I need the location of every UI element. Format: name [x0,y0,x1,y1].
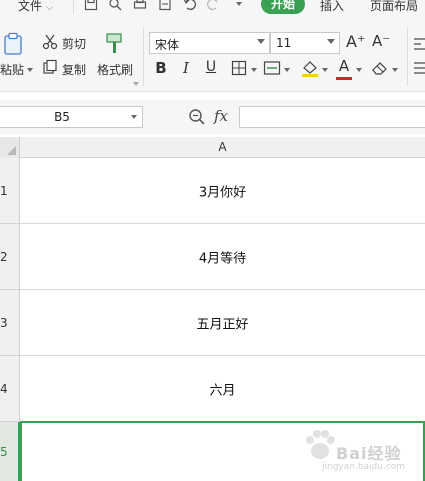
redo-icon[interactable] [206,0,220,11]
format-painter-icon [105,32,125,56]
italic-button[interactable]: I [177,59,195,77]
print-preview-icon[interactable] [108,0,122,11]
divider [407,28,408,86]
row-number: 1 [0,183,8,198]
watermark-text: Bai经验 [336,444,402,463]
font-color-swatch [336,77,352,80]
row-header-4[interactable]: 4 [0,356,20,422]
row-number: 2 [0,249,8,264]
cell-a4[interactable]: 六月 [20,356,425,422]
tab-start[interactable]: 开始 [261,0,305,14]
tab-insert[interactable]: 插入 [320,0,344,14]
divider [73,0,74,14]
shrink-font-button[interactable]: A⁻ [372,32,390,50]
save-icon[interactable] [84,0,98,11]
formula-input[interactable] [239,106,425,128]
cell-value: 五月正好 [196,317,249,332]
cell-value: 六月 [209,383,236,398]
font-size-value: 11 [276,36,292,50]
chevron-down-icon[interactable] [27,68,33,72]
chevron-down-icon[interactable] [392,68,398,72]
chevron-down-icon [327,39,335,44]
cell-value: 4月等待 [198,251,247,266]
row-number: 4 [0,381,8,396]
underline-button[interactable]: U [202,59,220,75]
row-number: 5 [0,444,8,459]
format-painter-button[interactable]: 格式刷 [97,61,133,78]
divider [143,28,144,86]
chevron-down-icon[interactable] [236,2,242,6]
chevron-down-icon: ⌵ [46,3,53,13]
cell-value: 3月你好 [198,185,247,200]
paste-label: 粘贴 [0,63,25,77]
eraser-icon[interactable] [371,60,389,76]
copy-button[interactable]: 复制 [62,61,86,78]
select-all-triangle-icon [7,146,16,155]
grow-font-button[interactable]: A⁺ [346,32,365,51]
chevron-down-icon[interactable] [251,68,257,72]
zoom-icon[interactable] [188,108,206,126]
font-color-letter: A [338,57,350,75]
fill-color-icon[interactable] [300,59,320,78]
row-header-1[interactable]: 1 [0,158,20,224]
chevron-down-icon[interactable] [284,68,290,72]
merge-cells-icon[interactable] [263,60,281,76]
watermark-subtext: jingyan.baidu.com [322,462,406,472]
paste-icon[interactable] [2,32,26,56]
column-header-a[interactable]: A [20,137,425,158]
borders-icon[interactable] [231,60,247,76]
row-header-3[interactable]: 3 [0,290,20,356]
row-number: 3 [0,315,8,330]
tab-page-layout[interactable]: 页面布局 [370,0,418,14]
ribbon-toolbar: 粘贴 剪切 复制 格式刷 宋体 11 A⁺ A⁻ B I U A [0,22,425,92]
format-painter-label: 格式刷 [97,63,134,77]
file-menu-label: 文件 [18,0,43,13]
title-tab-bar: 文件 ⌵ 开始 插入 页面布局 [0,0,425,22]
file-menu[interactable]: 文件 ⌵ [18,0,53,14]
chevron-down-icon [257,39,265,44]
chevron-down-icon[interactable] [322,68,328,72]
cell-a3[interactable]: 五月正好 [20,290,425,356]
undo-icon[interactable] [183,0,197,11]
name-box-value: B5 [54,110,70,124]
export-pdf-icon[interactable] [158,0,172,11]
copy-icon [42,59,58,75]
column-header-row: A [0,137,425,158]
cut-button[interactable]: 剪切 [62,35,86,52]
row-header-2[interactable]: 2 [0,224,20,290]
formula-bar: B5 fx [0,100,425,134]
select-all-corner[interactable] [0,137,20,158]
scissors-icon [42,34,58,50]
cell-a1[interactable]: 3月你好 [20,158,425,224]
chevron-down-icon [131,115,137,119]
align-bottom-icon[interactable] [414,60,425,76]
font-name-select[interactable]: 宋体 [149,32,270,54]
insert-function-button[interactable]: fx [214,107,228,125]
print-icon[interactable] [133,0,147,11]
chevron-down-icon[interactable] [356,68,362,72]
name-box[interactable]: B5 [0,106,143,128]
row-header-5[interactable]: 5 [0,422,20,481]
font-name-value: 宋体 [155,38,180,52]
font-color-button[interactable]: A [335,57,353,75]
cut-label: 剪切 [62,37,87,51]
clipboard-dialog-launcher[interactable] [133,82,139,86]
bold-button[interactable]: B [152,59,170,77]
paste-button[interactable]: 粘贴 [0,61,24,78]
copy-label: 复制 [62,63,87,77]
font-size-select[interactable]: 11 [270,32,340,54]
cell-a2[interactable]: 4月等待 [20,224,425,290]
align-left-icon[interactable] [414,36,425,52]
